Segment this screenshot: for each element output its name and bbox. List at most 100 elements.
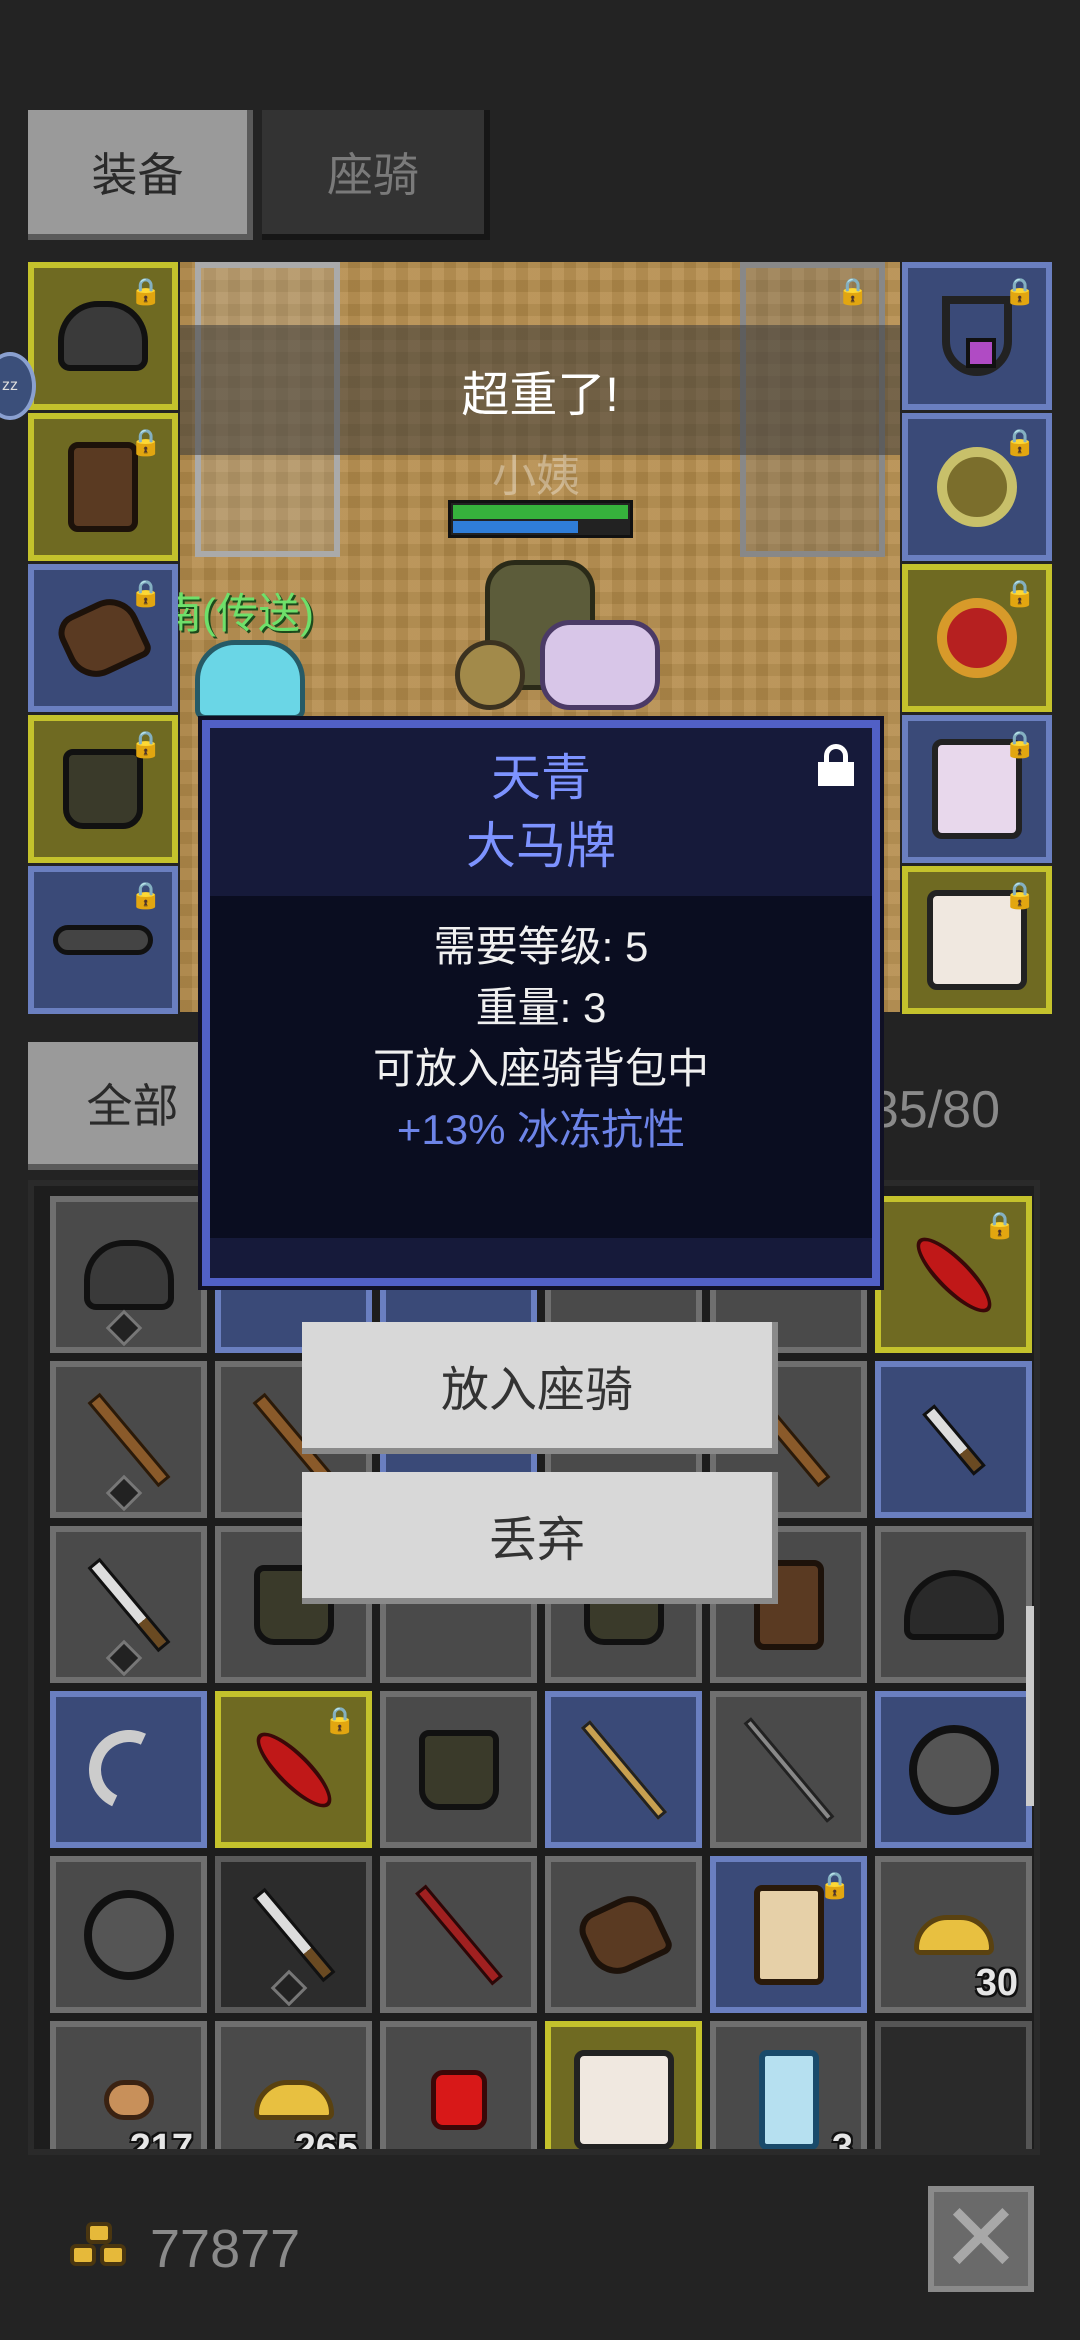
- lock-icon: 🔒: [1003, 276, 1036, 306]
- inventory-slot[interactable]: [50, 1526, 207, 1683]
- armor-icon: [68, 442, 138, 532]
- item-weight: 重量: 3: [475, 984, 607, 1031]
- inventory-slot[interactable]: [875, 1361, 1032, 1518]
- ruby-ring-icon: [937, 598, 1017, 678]
- inventory-slot[interactable]: [50, 1691, 207, 1848]
- inventory-slot[interactable]: [380, 1856, 537, 2013]
- put-in-mount-button[interactable]: 放入座骑: [302, 1322, 778, 1454]
- lock-icon: 🔒: [1003, 880, 1036, 910]
- club-icon: [87, 1392, 170, 1487]
- item-count: 30: [975, 1962, 1018, 2004]
- inventory-scrollbar[interactable]: [1026, 1606, 1034, 1806]
- lock-icon: 🔒: [129, 427, 162, 457]
- glove-icon: [572, 1885, 675, 1984]
- inventory-slot[interactable]: [710, 1691, 867, 1848]
- inventory-slot[interactable]: [380, 2021, 537, 2149]
- ruby-gem-icon: [430, 2069, 487, 2130]
- inventory-slot[interactable]: [875, 1691, 1032, 1848]
- trident-icon: [414, 1884, 503, 1985]
- lock-icon: 🔒: [129, 729, 162, 759]
- equip-slot-ring-2[interactable]: 🔒: [902, 564, 1052, 712]
- mount-bag-note: 可放入座骑背包中: [372, 1045, 709, 1092]
- equip-slot-gloves[interactable]: 🔒: [28, 564, 178, 712]
- inventory-slot[interactable]: [545, 1691, 702, 1848]
- staff-icon: [580, 1719, 667, 1820]
- lock-icon: 🔒: [818, 1870, 851, 1900]
- overweight-alert: 超重了!: [180, 325, 900, 455]
- gold-coins-icon: [70, 2222, 130, 2272]
- helmet-icon: [58, 301, 148, 371]
- freeze-resist-bonus: +13% 冰冻抗性: [396, 1106, 686, 1153]
- equip-slot-amulet[interactable]: 🔒: [902, 262, 1052, 410]
- item-quality: 天青: [491, 750, 591, 806]
- sickle-icon: [77, 1718, 180, 1821]
- inventory-slot[interactable]: [215, 1856, 372, 2013]
- inventory-slot[interactable]: 🔒: [710, 1856, 867, 2013]
- level-requirement: 需要等级: 5: [433, 923, 649, 970]
- lock-icon: 🔒: [1003, 729, 1036, 759]
- bunny-card-icon: [573, 2049, 674, 2149]
- bag-capacity: 35/80: [869, 1081, 1000, 1139]
- spear-icon: [742, 1716, 835, 1823]
- ore-icon: [103, 2079, 154, 2120]
- helmet-icon: [83, 1239, 174, 1310]
- lock-icon: 🔒: [983, 1210, 1016, 1240]
- gold-pile-icon: [253, 2079, 334, 2120]
- equip-slot-boots[interactable]: 🔒: [28, 715, 178, 863]
- player-shield-sprite: [455, 640, 525, 710]
- inventory-slot[interactable]: 30: [875, 1856, 1032, 2013]
- blue-scroll-icon: [758, 2049, 819, 2149]
- close-button[interactable]: ✕: [928, 2186, 1034, 2292]
- item-count: 265: [294, 2127, 358, 2155]
- socket-icon: [105, 1309, 143, 1347]
- inventory-slot[interactable]: 🔒: [215, 1691, 372, 1848]
- shield-icon: [83, 1889, 174, 1980]
- shield-icon: [908, 1724, 999, 1815]
- inventory-slot[interactable]: [545, 2021, 702, 2149]
- inventory-slot[interactable]: [875, 1526, 1032, 1683]
- equip-slot-armor[interactable]: 🔒: [28, 413, 178, 561]
- item-count: 217: [129, 2127, 193, 2155]
- inventory-slot[interactable]: 265: [215, 2021, 372, 2155]
- inventory-slot[interactable]: 3: [710, 2021, 867, 2149]
- sword-icon: [87, 1557, 170, 1652]
- equip-slot-ring-1[interactable]: 🔒: [902, 413, 1052, 561]
- equip-slot-helmet[interactable]: 🔒: [28, 262, 178, 410]
- inventory-slot-empty[interactable]: [875, 2021, 1032, 2149]
- socket-icon: [105, 1474, 143, 1512]
- lock-icon: 🔒: [129, 276, 162, 306]
- belt-icon: [53, 925, 153, 955]
- portal-label: 南(传送): [160, 590, 314, 637]
- equip-slot-portrait[interactable]: 🔒: [902, 715, 1052, 863]
- discard-button[interactable]: 丢弃: [302, 1472, 778, 1604]
- socket-icon: [270, 1969, 308, 2007]
- tab-mount[interactable]: 座骑: [262, 110, 490, 240]
- inventory-slot[interactable]: [380, 1691, 537, 1848]
- equip-slot-belt[interactable]: 🔒: [28, 866, 178, 1014]
- inventory-slot[interactable]: [50, 1196, 207, 1353]
- ring-icon: [937, 447, 1017, 527]
- inventory-slot[interactable]: [50, 1856, 207, 2013]
- amulet-icon: [942, 296, 1012, 376]
- boots-icon: [418, 1729, 499, 1810]
- health-mana-bar: [448, 500, 633, 538]
- helmet-icon: [903, 1569, 1004, 1640]
- tooltip-header: 天青 大马牌: [210, 728, 872, 896]
- lock-icon[interactable]: [818, 744, 854, 786]
- item-name: 大马牌: [466, 818, 616, 874]
- feather-icon: [906, 1227, 1001, 1322]
- lock-icon: 🔒: [323, 1705, 356, 1735]
- sword-icon: [252, 1887, 335, 1982]
- equip-slot-bunny[interactable]: 🔒: [902, 866, 1052, 1014]
- inventory-slot[interactable]: [545, 1856, 702, 2013]
- tab-equipment[interactable]: 装备: [28, 110, 253, 240]
- npc-girl-sprite: [195, 640, 305, 720]
- mount-pony-sprite: [540, 620, 660, 710]
- inventory-slot[interactable]: 🔒: [875, 1196, 1032, 1353]
- tooltip-footer: [210, 1238, 872, 1278]
- inventory-slot[interactable]: [50, 1361, 207, 1518]
- lock-icon: 🔒: [129, 880, 162, 910]
- inventory-slot[interactable]: 217: [50, 2021, 207, 2155]
- gold-amount: 77877: [150, 2219, 301, 2279]
- boots-icon: [63, 749, 143, 829]
